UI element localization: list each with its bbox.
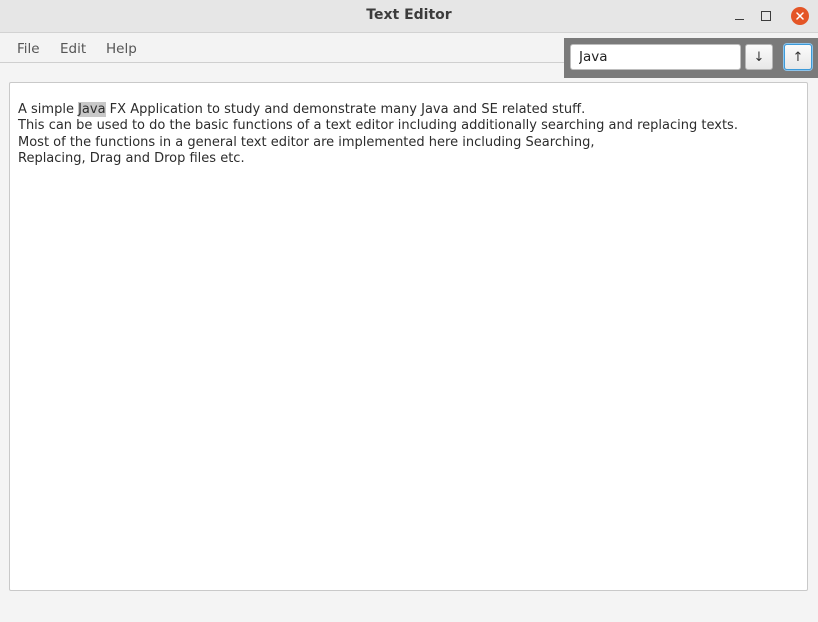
- menu-edit[interactable]: Edit: [60, 41, 86, 57]
- editor-line-1-start: A simple: [18, 102, 79, 117]
- title-bar[interactable]: Text Editor: [0, 0, 818, 33]
- search-match-highlight: Java: [78, 102, 106, 117]
- minimize-button[interactable]: [728, 5, 750, 27]
- menu-file[interactable]: File: [17, 41, 40, 57]
- arrow-up-icon: ↑: [792, 49, 804, 65]
- menu-help[interactable]: Help: [106, 41, 137, 57]
- maximize-button[interactable]: [755, 5, 777, 27]
- search-panel: ↓ ↑: [564, 38, 818, 78]
- text-editor-area[interactable]: A simple Java FX Application to study an…: [9, 82, 808, 591]
- editor-line-3: Most of the functions in a general text …: [18, 134, 595, 150]
- minimize-icon: [734, 18, 744, 20]
- search-input[interactable]: [570, 44, 741, 70]
- maximize-icon: [761, 11, 771, 21]
- arrow-down-icon: ↓: [753, 49, 765, 65]
- find-previous-button[interactable]: ↑: [784, 44, 812, 70]
- editor-line-1-end: FX Application to study and demonstrate …: [105, 102, 586, 117]
- close-button[interactable]: [789, 5, 811, 27]
- app-window: Text Editor File Edit Help ↓ ↑ A simple …: [0, 0, 818, 622]
- close-icon: [791, 7, 809, 25]
- find-next-button[interactable]: ↓: [745, 44, 773, 70]
- window-title: Text Editor: [366, 7, 452, 23]
- editor-line-2: This can be used to do the basic functio…: [18, 118, 738, 134]
- editor-line-4: Replacing, Drag and Drop files etc.: [18, 150, 245, 166]
